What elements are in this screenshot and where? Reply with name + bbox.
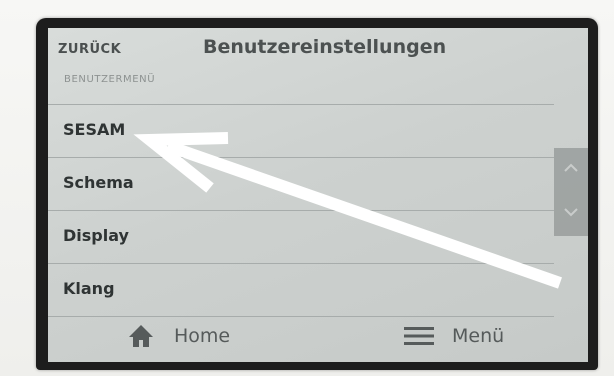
menu-item-display[interactable]: Display bbox=[48, 211, 554, 264]
back-button[interactable]: ZURÜCK bbox=[58, 42, 121, 57]
section-label: BENUTZERMENÜ bbox=[64, 74, 156, 85]
menu-button[interactable]: Menü bbox=[404, 322, 534, 352]
menu-item-schema[interactable]: Schema bbox=[48, 158, 554, 211]
photo-background: ZURÜCK Benutzereinstellungen BENUTZERMEN… bbox=[0, 0, 614, 376]
home-button[interactable]: Home bbox=[128, 322, 258, 352]
home-label: Home bbox=[174, 325, 231, 347]
footer-bar: Home Menü bbox=[48, 312, 588, 362]
settings-menu-list: SESAM Schema Display Klang bbox=[48, 104, 554, 317]
header-bar: ZURÜCK Benutzereinstellungen bbox=[48, 28, 588, 70]
scroll-down-button[interactable] bbox=[554, 192, 588, 236]
home-icon bbox=[129, 325, 153, 347]
scrollbar[interactable] bbox=[554, 148, 588, 236]
scroll-up-button[interactable] bbox=[554, 148, 588, 192]
menu-item-klang[interactable]: Klang bbox=[48, 264, 554, 317]
menu-item-label: SESAM bbox=[63, 120, 126, 139]
menu-item-label: Schema bbox=[63, 173, 134, 192]
menu-item-label: Klang bbox=[63, 279, 115, 298]
hamburger-icon bbox=[404, 327, 434, 345]
menu-item-sesam[interactable]: SESAM bbox=[48, 104, 554, 158]
page-title: Benutzereinstellungen bbox=[203, 36, 447, 58]
menu-label: Menü bbox=[452, 325, 505, 347]
touch-screen: ZURÜCK Benutzereinstellungen BENUTZERMEN… bbox=[48, 28, 588, 362]
chevron-down-icon bbox=[564, 208, 578, 217]
menu-item-label: Display bbox=[63, 226, 129, 245]
chevron-up-icon bbox=[564, 163, 578, 172]
